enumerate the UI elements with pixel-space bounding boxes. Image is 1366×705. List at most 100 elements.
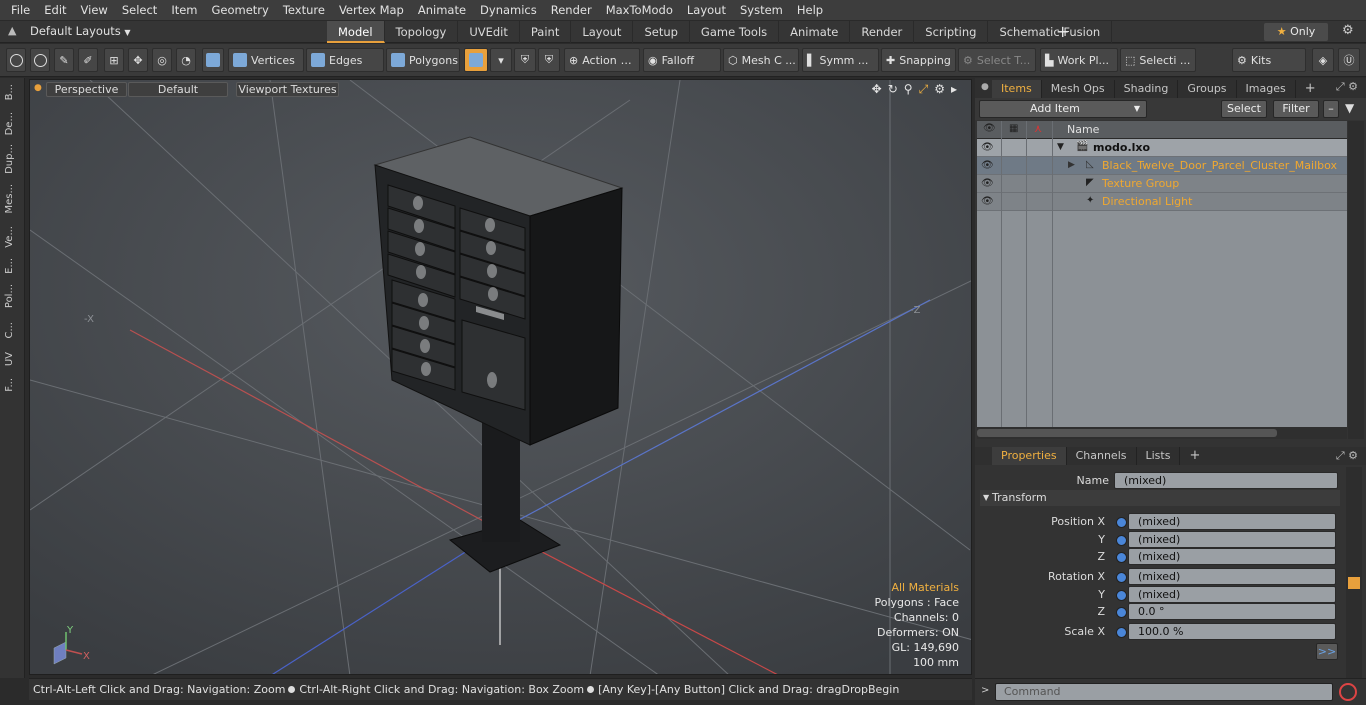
- tab-uvedit[interactable]: UVEdit: [458, 21, 520, 43]
- keyframe-dot-icon[interactable]: [1116, 535, 1127, 546]
- transform-button[interactable]: ⊞: [104, 48, 124, 72]
- unreal-button[interactable]: Ⓤ: [1338, 48, 1360, 72]
- mesh-constraint-button[interactable]: ⬡ Mesh C ...: [723, 48, 799, 72]
- only-button[interactable]: ★ Only: [1264, 23, 1328, 41]
- tab-model[interactable]: Model: [327, 21, 385, 43]
- rotation-x-field[interactable]: (mixed): [1128, 568, 1336, 585]
- filter-button[interactable]: Filter: [1273, 100, 1319, 118]
- vertices-button[interactable]: Vertices: [228, 48, 304, 72]
- symmetry-button[interactable]: ▌ Symm ...: [802, 48, 879, 72]
- menu-vertex-map[interactable]: Vertex Map: [332, 0, 411, 21]
- add-tab-icon[interactable]: +: [1056, 22, 1069, 41]
- select-through-button[interactable]: ⚙ Select T...: [958, 48, 1036, 72]
- items-vertical-scrollbar[interactable]: [1348, 121, 1364, 439]
- rotation-y-field[interactable]: (mixed): [1128, 586, 1336, 603]
- tab-images[interactable]: Images: [1237, 80, 1296, 98]
- tab-channels[interactable]: Channels: [1067, 447, 1137, 465]
- keyframe-dot-icon[interactable]: [1116, 517, 1127, 528]
- scale-button[interactable]: ◔: [176, 48, 196, 72]
- strip-tab-basic[interactable]: B...: [4, 84, 20, 100]
- tab-shading[interactable]: Shading: [1115, 80, 1179, 98]
- properties-scrollbar[interactable]: [1346, 467, 1362, 705]
- collapse-arrow-icon[interactable]: ▼: [1057, 142, 1064, 152]
- snapping-button[interactable]: ✚ Snapping: [881, 48, 956, 72]
- gear-icon[interactable]: ⚙: [934, 82, 945, 97]
- move-button[interactable]: ✥: [128, 48, 148, 72]
- layout-selector[interactable]: Default Layouts ▼: [30, 24, 131, 38]
- position-x-field[interactable]: (mixed): [1128, 513, 1336, 530]
- add-tab-icon[interactable]: +: [1180, 447, 1209, 465]
- more-properties-button[interactable]: >>: [1316, 643, 1338, 660]
- selection-sets-button[interactable]: ⬚ Selecti ...: [1120, 48, 1196, 72]
- menu-item[interactable]: Item: [164, 0, 204, 21]
- orbit-icon[interactable]: ↻: [888, 82, 898, 97]
- keyframe-dot-icon[interactable]: [1116, 607, 1127, 618]
- viewport-menu-icon[interactable]: ●: [34, 83, 42, 93]
- menu-system[interactable]: System: [733, 0, 790, 21]
- eye-icon[interactable]: 👁: [981, 196, 994, 207]
- list-item[interactable]: 👁 ✦ Directional Light: [977, 193, 1347, 211]
- zoom-icon[interactable]: ⚲: [904, 82, 913, 97]
- select-button[interactable]: Select: [1221, 100, 1267, 118]
- tab-schematic-fusion[interactable]: Schematic Fusion: [988, 21, 1113, 43]
- pan-icon[interactable]: ✥: [872, 82, 882, 97]
- menu-texture[interactable]: Texture: [276, 0, 332, 21]
- menu-maxtomodo[interactable]: MaxToModo: [599, 0, 680, 21]
- menu-file[interactable]: File: [4, 0, 37, 21]
- 3d-viewport[interactable]: Y X -X -Z ● Perspective Default Viewport…: [29, 79, 972, 675]
- scrollbar-thumb[interactable]: [977, 429, 1277, 437]
- action-center-button[interactable]: ⊕ Action…: [564, 48, 640, 72]
- eye-icon[interactable]: 👁: [981, 142, 994, 153]
- polygons-button[interactable]: Polygons: [386, 48, 460, 72]
- strip-tab-duplicate[interactable]: Dup...: [4, 144, 20, 174]
- panel-expand-icon[interactable]: ⤢ ⚙: [1336, 80, 1358, 94]
- list-item[interactable]: 👁 ▼ 🎬 modo.lxo: [977, 139, 1347, 157]
- brush-button[interactable]: ✐: [78, 48, 98, 72]
- keyframe-dot-icon[interactable]: [1116, 572, 1127, 583]
- shield-button[interactable]: ⛨: [514, 48, 536, 72]
- record-icon[interactable]: [1339, 683, 1357, 701]
- keyframe-dot-icon[interactable]: [1116, 627, 1127, 638]
- keyframe-dot-icon[interactable]: [1116, 552, 1127, 563]
- tab-layout[interactable]: Layout: [571, 21, 634, 43]
- keyframe-dot-icon[interactable]: [1116, 590, 1127, 601]
- menu-geometry[interactable]: Geometry: [205, 0, 276, 21]
- collapse-button[interactable]: –: [1323, 100, 1339, 118]
- menu-animate[interactable]: Animate: [411, 0, 473, 21]
- item-mode-button[interactable]: [202, 48, 224, 72]
- menu-dynamics[interactable]: Dynamics: [473, 0, 544, 21]
- tab-topology[interactable]: Topology: [385, 21, 459, 43]
- command-input[interactable]: Command: [995, 683, 1333, 701]
- tab-animate[interactable]: Animate: [779, 21, 851, 43]
- strip-tab-deform[interactable]: De...: [4, 112, 20, 135]
- list-item[interactable]: 👁 ◤ Texture Group: [977, 175, 1347, 193]
- menu-select[interactable]: Select: [115, 0, 164, 21]
- tab-paint[interactable]: Paint: [520, 21, 572, 43]
- eye-icon[interactable]: 👁: [981, 178, 994, 189]
- strip-tab-curve[interactable]: C...: [4, 322, 20, 339]
- kits-button[interactable]: ⚙ Kits: [1232, 48, 1306, 72]
- pen-button[interactable]: ✎: [54, 48, 74, 72]
- tab-game-tools[interactable]: Game Tools: [690, 21, 780, 43]
- tab-groups[interactable]: Groups: [1178, 80, 1237, 98]
- expand-arrow-icon[interactable]: ▶: [1068, 160, 1075, 170]
- transform-section[interactable]: ▼ Transform: [980, 490, 1340, 506]
- mode-dropdown[interactable]: ▾: [490, 48, 512, 72]
- unity-button[interactable]: ◈: [1312, 48, 1334, 72]
- tab-render[interactable]: Render: [850, 21, 915, 43]
- panel-menu-icon[interactable]: ●: [981, 82, 989, 92]
- tab-properties[interactable]: Properties: [992, 447, 1067, 465]
- menu-edit[interactable]: Edit: [37, 0, 73, 21]
- viewport-textures-button[interactable]: Viewport Textures: [236, 82, 339, 97]
- menu-layout[interactable]: Layout: [680, 0, 733, 21]
- maximize-icon[interactable]: ⤢: [919, 82, 929, 97]
- gear-icon[interactable]: ⚙: [1342, 23, 1354, 38]
- tab-items[interactable]: Items: [992, 80, 1042, 98]
- materials-mode-button[interactable]: [464, 48, 488, 72]
- position-y-field[interactable]: (mixed): [1128, 531, 1336, 548]
- menu-render[interactable]: Render: [544, 0, 599, 21]
- name-field[interactable]: (mixed): [1114, 472, 1338, 489]
- strip-tab-uv[interactable]: UV: [4, 352, 20, 366]
- strip-tab-fusion[interactable]: F...: [4, 378, 20, 392]
- tab-scripting[interactable]: Scripting: [914, 21, 989, 43]
